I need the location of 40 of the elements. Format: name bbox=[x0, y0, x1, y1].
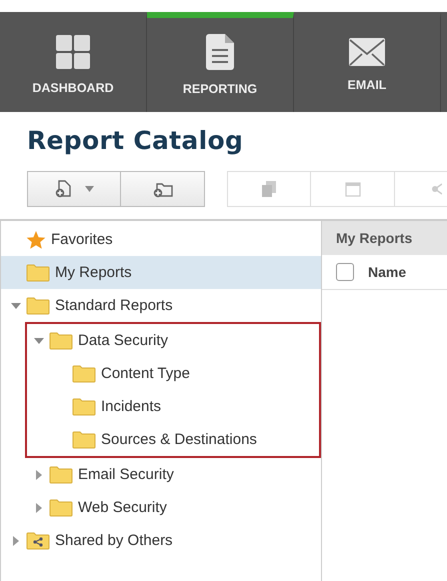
column-header[interactable]: Name bbox=[368, 264, 406, 280]
envelope-icon bbox=[349, 38, 385, 66]
star-icon bbox=[26, 230, 46, 248]
tree-item[interactable]: Standard Reports bbox=[1, 289, 321, 322]
add-document-icon bbox=[54, 180, 70, 198]
share-icon bbox=[432, 181, 442, 197]
toolbar-button[interactable] bbox=[121, 171, 205, 207]
expand-arrow-icon[interactable] bbox=[11, 536, 21, 546]
folder-icon bbox=[26, 296, 50, 314]
nav-tab[interactable]: REPORTING bbox=[147, 12, 294, 112]
document-icon bbox=[206, 34, 234, 70]
grid-icon bbox=[56, 35, 90, 69]
tree-item[interactable]: Shared by Others bbox=[1, 524, 321, 557]
collapse-arrow-icon[interactable] bbox=[11, 300, 21, 310]
folder-icon bbox=[49, 498, 73, 516]
tree-item[interactable]: Favorites bbox=[1, 223, 321, 256]
caret-icon bbox=[84, 186, 94, 192]
folder-icon bbox=[26, 264, 50, 282]
tree-item[interactable]: Incidents bbox=[1, 390, 319, 423]
panel-header: My Reports bbox=[322, 221, 447, 255]
expand-arrow-icon[interactable] bbox=[34, 470, 44, 480]
tree-item[interactable]: Web Security bbox=[1, 491, 321, 524]
copy-icon bbox=[262, 181, 276, 197]
folder-icon bbox=[72, 398, 96, 416]
tree-item[interactable]: My Reports bbox=[1, 256, 321, 289]
folder-icon bbox=[49, 466, 73, 484]
page-title: Report Catalog bbox=[27, 126, 244, 155]
toolbar-button[interactable] bbox=[27, 171, 121, 207]
folder-icon bbox=[72, 364, 96, 382]
tree-item[interactable]: Data Security bbox=[1, 324, 319, 357]
tree-item[interactable]: Content Type bbox=[1, 357, 319, 390]
folder-icon bbox=[49, 332, 73, 350]
tree-item[interactable]: Sources & Destinations bbox=[1, 423, 319, 456]
shared-folder-icon bbox=[26, 532, 50, 550]
expand-arrow-icon[interactable] bbox=[34, 502, 44, 512]
calendar-icon bbox=[344, 181, 360, 197]
folder-icon bbox=[72, 430, 96, 448]
collapse-arrow-icon[interactable] bbox=[34, 336, 44, 346]
checkbox[interactable] bbox=[336, 263, 354, 281]
tree-item[interactable]: Email Security bbox=[1, 458, 321, 491]
